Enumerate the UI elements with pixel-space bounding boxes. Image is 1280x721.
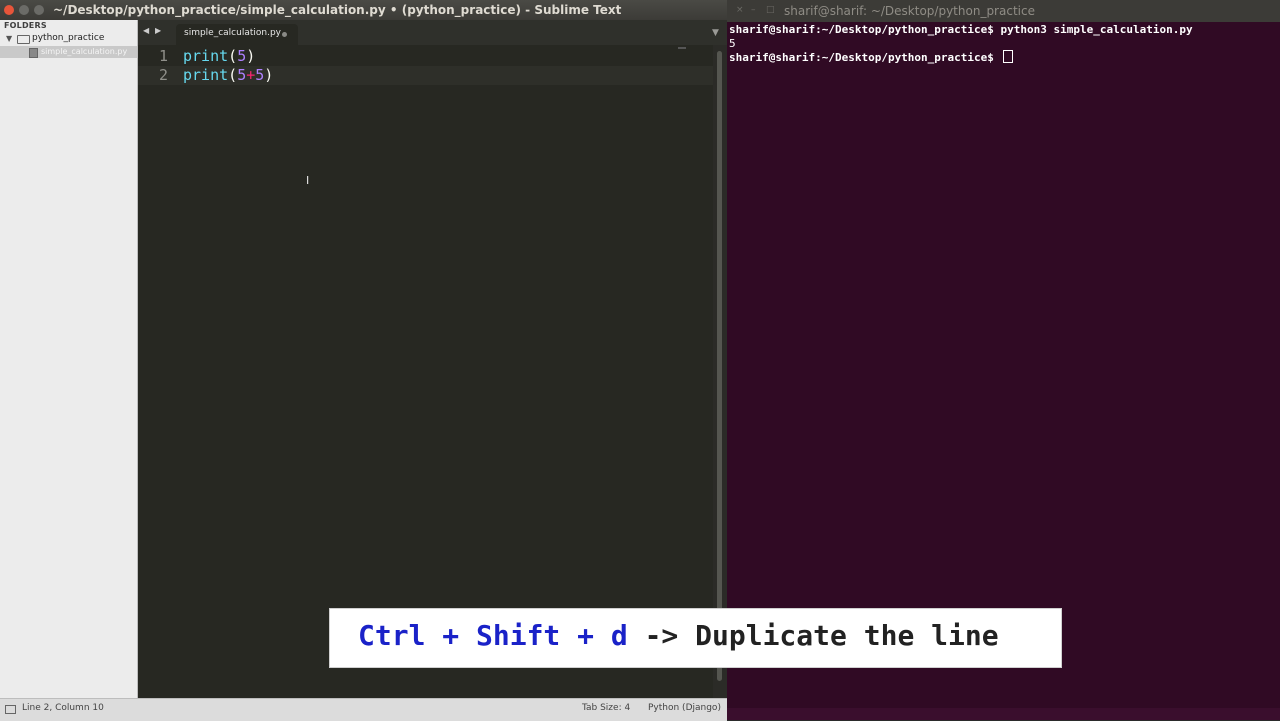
terminal-close-icon[interactable]: ×	[736, 6, 745, 15]
tab-bar: ◀ ▶ simple_calculation.py ▼	[138, 20, 727, 45]
code-number: 5	[237, 47, 247, 65]
code-operator: +	[246, 66, 256, 84]
syntax-selector[interactable]: Python (Django)	[648, 703, 721, 713]
terminal-prompt: sharif@sharif:~/Desktop/python_practice$	[729, 23, 994, 36]
close-window-button[interactable]	[4, 5, 14, 15]
tab-nav-left-icon[interactable]: ◀	[143, 26, 149, 35]
terminal-prompt: sharif@sharif:~/Desktop/python_practice$	[729, 51, 994, 64]
caption-text: Ctrl + Shift + d -> Duplicate the line	[358, 619, 999, 652]
code-keyword: print	[183, 47, 229, 65]
line-number: 1	[158, 47, 168, 65]
window-title: ~/Desktop/python_practice/simple_calcula…	[53, 3, 622, 17]
tab-nav-right-icon[interactable]: ▶	[155, 26, 161, 35]
code-keyword: print	[183, 66, 229, 84]
terminal-cursor	[1002, 50, 1013, 63]
panel-toggle-icon[interactable]	[5, 705, 16, 714]
expand-arrow-icon[interactable]: ▼	[6, 34, 12, 43]
maximize-window-button[interactable]	[34, 5, 44, 15]
text-cursor-icon: I	[306, 174, 310, 187]
folders-header: FOLDERS	[4, 21, 47, 30]
code-line[interactable]: print(5+5)	[183, 66, 273, 84]
terminal-minimize-icon[interactable]: –	[751, 6, 760, 15]
shortcut-caption: Ctrl + Shift + d -> Duplicate the line	[329, 608, 1062, 668]
file-icon	[29, 48, 38, 58]
sublime-titlebar: ~/Desktop/python_practice/simple_calcula…	[0, 0, 727, 20]
terminal-titlebar: × – □ sharif@sharif: ~/Desktop/python_pr…	[727, 0, 1280, 22]
terminal-title: sharif@sharif: ~/Desktop/python_practice	[784, 4, 1035, 18]
code-paren: (	[228, 66, 238, 84]
terminal-command-line: sharif@sharif:~/Desktop/python_practice$…	[729, 23, 1193, 36]
unsaved-dot-icon[interactable]	[282, 32, 287, 37]
code-paren: )	[264, 66, 274, 84]
terminal-command: python3 simple_calculation.py	[1000, 23, 1193, 36]
terminal-bottom-bar	[727, 708, 1280, 720]
file-label: simple_calculation.py	[41, 47, 128, 56]
sidebar: FOLDERS ▼ python_practice simple_calcula…	[0, 20, 138, 698]
minimize-window-button[interactable]	[19, 5, 29, 15]
code-paren: )	[246, 47, 256, 65]
tab-dropdown-icon[interactable]: ▼	[712, 28, 719, 38]
sidebar-folder-python-practice[interactable]: ▼ python_practice	[0, 33, 137, 45]
terminal-output: 5	[729, 37, 736, 50]
caption-shortcut: Ctrl + Shift + d	[358, 619, 628, 652]
code-number: 5	[237, 66, 247, 84]
tab-simple-calculation[interactable]: simple_calculation.py	[176, 24, 298, 45]
cursor-position: Line 2, Column 10	[22, 703, 104, 713]
folder-icon	[17, 35, 30, 44]
editor-scrollbar[interactable]	[713, 45, 727, 698]
code-line[interactable]: print(5)	[183, 47, 255, 65]
tab-label: simple_calculation.py	[184, 28, 281, 38]
code-number: 5	[255, 66, 265, 84]
code-editor[interactable]: 1 2 print(5) print(5+5) I	[138, 45, 713, 698]
scrollbar-thumb[interactable]	[717, 51, 722, 681]
caption-description: -> Duplicate the line	[627, 619, 999, 652]
folder-label: python_practice	[32, 33, 105, 43]
tab-size-selector[interactable]: Tab Size: 4	[582, 703, 630, 713]
line-number: 2	[158, 66, 168, 84]
terminal-input-line[interactable]: sharif@sharif:~/Desktop/python_practice$	[729, 50, 1013, 64]
code-paren: (	[228, 47, 238, 65]
status-bar: Line 2, Column 10 Tab Size: 4 Python (Dj…	[0, 698, 727, 721]
minimap[interactable]	[678, 47, 686, 49]
sidebar-file-simple-calculation[interactable]: simple_calculation.py	[0, 46, 137, 58]
terminal-maximize-icon[interactable]: □	[766, 6, 775, 15]
